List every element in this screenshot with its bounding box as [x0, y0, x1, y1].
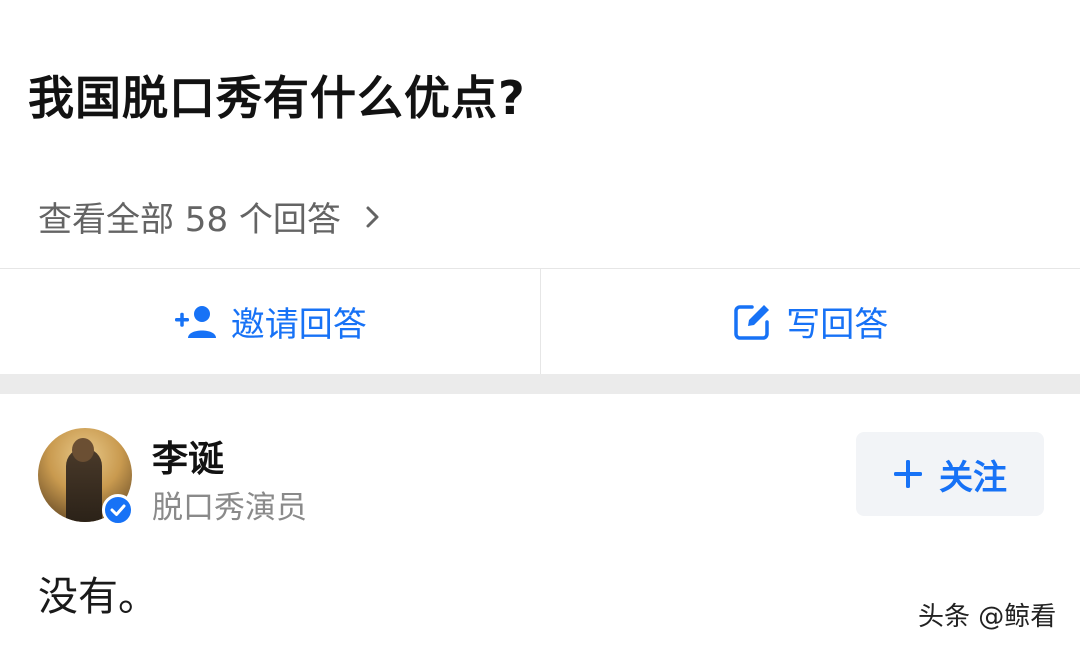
chevron-right-icon [366, 206, 379, 227]
plus-icon [894, 460, 922, 488]
author-name[interactable]: 李诞 [152, 430, 224, 482]
verified-badge-icon [102, 494, 134, 526]
invite-answer-label: 邀请回答 [230, 305, 367, 345]
view-all-label: 查看全部 58 个回答 [38, 200, 341, 240]
section-separator [0, 374, 1080, 394]
invite-answer-button[interactable]: 邀请回答 [0, 269, 540, 374]
edit-icon [734, 304, 770, 340]
view-all-answers-link[interactable]: 查看全部 58 个回答 [38, 192, 385, 241]
author-title: 脱口秀演员 [152, 490, 307, 526]
write-answer-label: 写回答 [786, 305, 889, 345]
add-person-icon [174, 305, 216, 338]
answer-content[interactable]: 没有。 [38, 564, 158, 622]
question-page: 我国脱口秀有什么优点? 查看全部 58 个回答 邀请回答 写回答 李诞 脱口秀演… [0, 0, 1080, 645]
question-title[interactable]: 我国脱口秀有什么优点? [28, 62, 526, 128]
follow-label: 关注 [939, 457, 1007, 498]
avatar[interactable] [38, 428, 134, 526]
follow-button[interactable]: 关注 [856, 432, 1044, 516]
answer-action-bar: 邀请回答 写回答 [0, 268, 1080, 374]
write-answer-button[interactable]: 写回答 [539, 269, 1080, 374]
answer-author-header: 李诞 脱口秀演员 关注 [38, 426, 1044, 526]
watermark: 头条 @鲸看 [918, 602, 1057, 632]
